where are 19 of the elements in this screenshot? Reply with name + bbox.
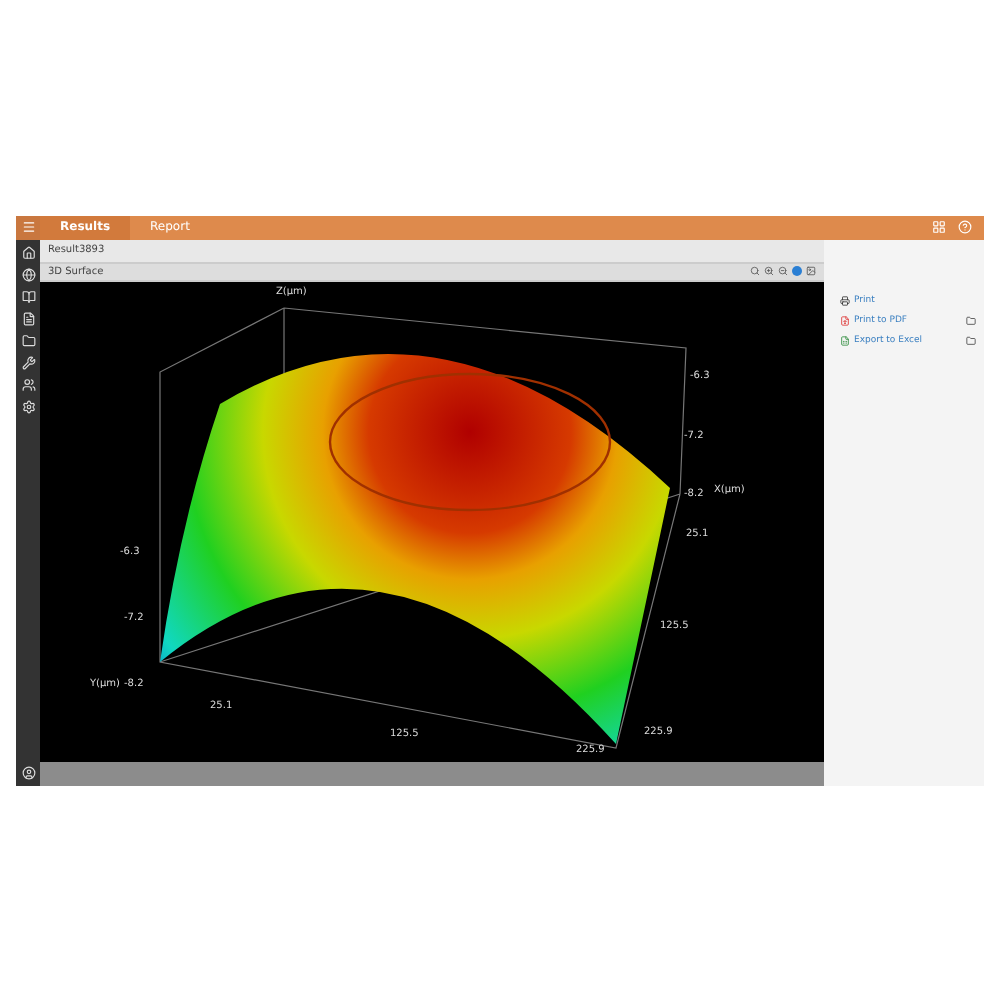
dot-icon[interactable] [792,266,802,276]
help-icon[interactable] [958,220,972,234]
printer-icon [840,295,850,305]
settings-icon[interactable] [21,399,35,413]
users-icon[interactable] [21,377,35,391]
globe-icon[interactable] [21,267,35,281]
search-icon[interactable] [750,266,760,276]
document-icon [840,315,850,325]
spreadsheet-icon [840,335,850,345]
document-icon[interactable] [21,311,35,325]
home-icon[interactable] [21,245,35,259]
zoom-out-icon[interactable] [778,266,788,276]
user-icon[interactable] [21,765,35,779]
book-icon[interactable] [21,289,35,303]
zoom-in-icon[interactable] [764,266,774,276]
wrench-icon[interactable] [21,355,35,369]
image-icon[interactable] [806,266,816,276]
folder-icon[interactable] [966,335,976,345]
folder-icon[interactable] [966,315,976,325]
